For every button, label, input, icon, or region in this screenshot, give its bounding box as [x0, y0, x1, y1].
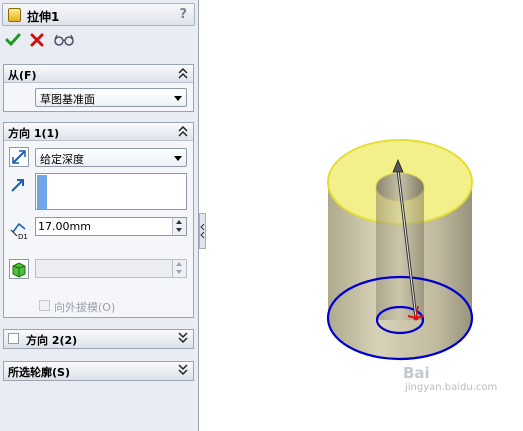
- glasses-icon: [54, 34, 74, 46]
- end-condition-select[interactable]: 给定深度: [35, 148, 187, 167]
- draft-toggle-button[interactable]: [9, 259, 29, 279]
- direction1-group: 方向 1(1) 给定深度 D1 17.00mm 向外拔模(O): [3, 122, 194, 318]
- property-manager-titlebar: 拉伸1 ?: [2, 3, 195, 26]
- from-group: 从(F) 草图基准面: [3, 64, 194, 112]
- direction-vector-icon-box: [9, 176, 29, 196]
- draft-icon: [12, 262, 26, 278]
- direction1-group-header[interactable]: 方向 1(1): [4, 123, 193, 141]
- depth-icon-box: D1: [9, 220, 29, 241]
- direction2-checkbox[interactable]: [8, 333, 19, 344]
- dropdown-arrow-icon: [174, 156, 182, 161]
- reverse-direction-icon: [12, 150, 26, 164]
- direction2-group: 方向 2(2): [3, 329, 194, 349]
- dropdown-arrow-icon: [174, 96, 182, 101]
- draft-outward-checkbox[interactable]: [39, 300, 50, 311]
- chevron-double-down-icon[interactable]: [178, 332, 188, 344]
- watermark-text: jingyan.baidu.com: [405, 382, 498, 393]
- checkmark-icon: [5, 33, 21, 47]
- depth-symbol: D1: [18, 233, 28, 240]
- feature-title: 拉伸1: [27, 10, 60, 24]
- depth-value: 17.00mm: [38, 220, 91, 233]
- selected-contours-title: 所选轮廓(S): [8, 366, 70, 379]
- spin-up-icon[interactable]: [176, 262, 182, 266]
- selection-active-bar: [37, 175, 47, 209]
- chevron-double-up-icon[interactable]: [178, 125, 188, 137]
- baidu-logo: Bai: [403, 364, 430, 382]
- cancel-button[interactable]: [29, 32, 45, 48]
- direction2-group-title: 方向 2(2): [26, 334, 78, 347]
- direction-selection-box[interactable]: [35, 173, 187, 210]
- property-manager-panel: 拉伸1 ? 从(F) 草图基准面 方向 1(1) 给定深度 D1 17.00mm…: [0, 0, 199, 431]
- draft-outward-label: 向外拔模(O): [54, 301, 116, 314]
- spin-down-icon[interactable]: [176, 270, 182, 274]
- start-condition-select[interactable]: 草图基准面: [35, 88, 187, 107]
- help-button[interactable]: ?: [179, 7, 187, 22]
- draft-angle-input[interactable]: [35, 259, 187, 278]
- direction2-group-header[interactable]: 方向 2(2): [4, 330, 193, 348]
- detailed-preview-button[interactable]: [54, 33, 74, 47]
- chevron-double-up-icon[interactable]: [178, 67, 188, 79]
- graphics-viewport[interactable]: [205, 0, 523, 431]
- start-condition-value: 草图基准面: [40, 93, 95, 106]
- spin-down-icon[interactable]: [176, 228, 182, 232]
- depth-dimension-icon: D1: [10, 222, 28, 241]
- x-icon: [30, 33, 44, 47]
- chevron-double-down-icon[interactable]: [178, 364, 188, 376]
- extruded-tube-preview: [326, 139, 474, 361]
- from-group-title: 从(F): [8, 69, 37, 82]
- arrow-direction-icon: [11, 179, 24, 192]
- selected-contours-group-header[interactable]: 所选轮廓(S): [4, 362, 193, 380]
- ok-button[interactable]: [5, 32, 21, 48]
- from-group-header[interactable]: 从(F): [4, 65, 193, 83]
- depth-spinner[interactable]: [172, 218, 186, 235]
- selected-contours-group: 所选轮廓(S): [3, 361, 194, 381]
- end-condition-value: 给定深度: [40, 153, 84, 166]
- reverse-direction-button[interactable]: [9, 147, 29, 167]
- direction1-group-title: 方向 1(1): [8, 127, 60, 140]
- spin-up-icon[interactable]: [176, 220, 182, 224]
- depth-input[interactable]: 17.00mm: [35, 217, 187, 236]
- extrude-feature-icon: [8, 8, 21, 22]
- draft-spinner[interactable]: [172, 260, 186, 277]
